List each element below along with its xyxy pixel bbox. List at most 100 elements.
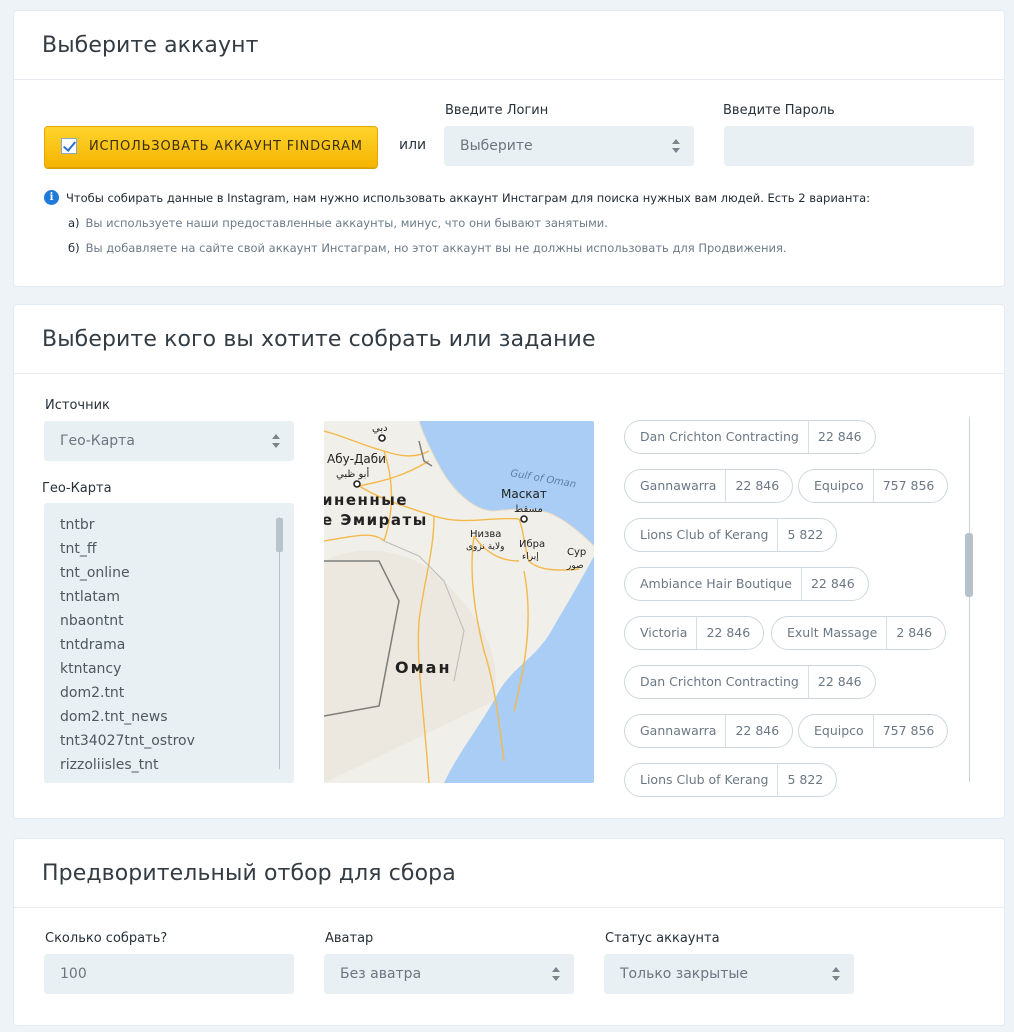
- map-label-nizwa: Низва: [470, 529, 501, 540]
- map-label-abu-dhabi-ar: أبو ظبي: [336, 467, 369, 480]
- count-label: Сколько собрать?: [45, 931, 168, 946]
- location-tag-count: 22 846: [817, 674, 862, 689]
- source-label: Источник: [45, 398, 110, 413]
- option-a-text: Вы используете наши предоставленные акка…: [85, 216, 608, 230]
- location-tag[interactable]: Dan Crichton Contracting 22 846: [624, 420, 876, 454]
- tags-scroll-thumb[interactable]: [965, 533, 973, 597]
- location-tag-count: 5 822: [787, 772, 824, 787]
- tags-scroll-track[interactable]: [969, 417, 970, 782]
- location-tag-name: Equipco: [799, 715, 874, 747]
- geo-list-item[interactable]: dom2.tnt_news: [60, 705, 294, 729]
- map-label-sur: Сур: [567, 547, 586, 558]
- geo-list-item[interactable]: tnt_ff: [60, 537, 294, 561]
- prefilter-panel-title: Предворительный отбор для сбора: [42, 861, 456, 886]
- source-panel-title: Выберите кого вы хотите собрать или зада…: [42, 327, 596, 352]
- map-label-nizwa-ar: ولاية نزوى: [466, 542, 505, 552]
- geo-list-item[interactable]: tntlatam: [60, 585, 294, 609]
- geo-list-item[interactable]: tntbr: [60, 513, 294, 537]
- select-arrows-icon: [832, 967, 840, 981]
- location-tag-count: 757 856: [882, 723, 935, 738]
- location-tag[interactable]: Exult Massage 2 846: [771, 616, 947, 650]
- map-label-ibra: Ибра: [519, 539, 545, 550]
- option-b-text: Вы добавляете на сайте свой аккаунт Инст…: [85, 241, 787, 255]
- info-text: Чтобы собирать данные в Instagram, нам н…: [66, 191, 870, 205]
- source-select-value: Гео-Карта: [60, 433, 135, 449]
- option-a-marker: а): [68, 216, 80, 230]
- or-label: или: [399, 137, 427, 153]
- location-tag[interactable]: Equipco 757 856: [798, 469, 949, 503]
- location-tag-count: 22 846: [706, 625, 751, 640]
- location-tag-name: Exult Massage: [772, 617, 888, 649]
- avatar-select[interactable]: Без аватра: [324, 954, 574, 994]
- source-select[interactable]: Гео-Карта: [44, 421, 294, 461]
- location-tag[interactable]: Ambiance Hair Boutique 22 846: [624, 567, 869, 601]
- status-label: Статус аккаунта: [605, 931, 720, 946]
- geo-list-item[interactable]: dom2.tnt: [60, 681, 294, 705]
- location-tag-count: 22 846: [735, 723, 780, 738]
- geo-list-item[interactable]: tnt_online: [60, 561, 294, 585]
- account-panel: Выберите аккаунт ИСПОЛЬЗОВАТЬ АККАУНТ FI…: [14, 11, 1004, 286]
- geo-list[interactable]: tntbr tnt_ff tnt_online tntlatam nbaontnt tnt…: [44, 503, 294, 783]
- avatar-label: Аватар: [325, 931, 374, 946]
- use-findgram-account-label: ИСПОЛЬЗОВАТЬ АККАУНТ FINDGRAM: [89, 139, 363, 154]
- geo-list-item[interactable]: tnt34027tnt_ostrov: [60, 729, 294, 753]
- select-arrows-icon: [672, 139, 680, 153]
- account-panel-header: Выберите аккаунт: [14, 11, 1004, 80]
- avatar-select-value: Без аватра: [340, 966, 422, 982]
- location-tag-name: Victoria: [625, 617, 698, 649]
- map-label-muscat-ar: مسقط: [514, 504, 543, 515]
- location-tag[interactable]: Equipco 757 856: [798, 714, 949, 748]
- checkbox-checked-icon: [61, 138, 77, 154]
- status-select[interactable]: Только закрытые: [604, 954, 854, 994]
- geo-map-label: Гео-Карта: [42, 481, 112, 496]
- use-findgram-account-button[interactable]: ИСПОЛЬЗОВАТЬ АККАУНТ FINDGRAM: [44, 126, 378, 168]
- geo-list-item[interactable]: tntdrama: [60, 633, 294, 657]
- location-tag-name: Lions Club of Kerang: [625, 764, 779, 796]
- map-label-dubai: دبي: [372, 423, 388, 434]
- map-label-uae-1: иненные: [324, 491, 408, 509]
- map-label-abu-dhabi: Абу-Даби: [327, 452, 386, 466]
- location-tag[interactable]: Lions Club of Kerang 5 822: [624, 763, 838, 797]
- account-panel-title: Выберите аккаунт: [42, 33, 259, 58]
- location-tag-count: 757 856: [882, 478, 935, 493]
- location-tag[interactable]: Gannawarra 22 846: [624, 469, 794, 503]
- geo-list-scroll-thumb[interactable]: [276, 518, 283, 552]
- map-label-sur-ar: صور: [566, 561, 584, 571]
- location-tag-count: 22 846: [810, 576, 855, 591]
- info-icon: i: [44, 190, 59, 205]
- source-panel-header: Выберите кого вы хотите собрать или зада…: [14, 305, 1004, 374]
- select-arrows-icon: [552, 967, 560, 981]
- location-tag-name: Equipco: [799, 470, 874, 502]
- count-input[interactable]: 100: [44, 954, 294, 994]
- location-tag[interactable]: Dan Crichton Contracting 22 846: [624, 665, 876, 699]
- location-tag[interactable]: Victoria 22 846: [624, 616, 765, 650]
- count-value: 100: [60, 966, 87, 982]
- prefilter-panel-header: Предворительный отбор для сбора: [14, 839, 1004, 908]
- login-select[interactable]: Выберите: [444, 126, 694, 166]
- geo-list-item[interactable]: rizzoliisles_tnt: [60, 753, 294, 777]
- prefilter-panel: Предворительный отбор для сбора Сколько …: [14, 839, 1004, 1025]
- location-tag-name: Ambiance Hair Boutique: [625, 568, 802, 600]
- location-tag-count: 22 846: [817, 429, 862, 444]
- geo-list-item[interactable]: ktntancy: [60, 657, 294, 681]
- option-b: б) Вы добавляете на сайте свой аккаунт Ин…: [68, 241, 787, 255]
- map-label-muscat: Маскат: [501, 487, 547, 501]
- location-tag-name: Lions Club of Kerang: [625, 519, 779, 551]
- geo-map[interactable]: دبي Абу-Даби أبو ظبي иненные е Эмираты G…: [324, 421, 594, 783]
- geo-list-items: tntbr tnt_ff tnt_online tntlatam nbaontnt tnt…: [44, 503, 294, 777]
- location-tag[interactable]: Lions Club of Kerang 5 822: [624, 518, 838, 552]
- map-canvas: دبي Абу-Даби أبو ظبي иненные е Эмираты G…: [324, 421, 594, 783]
- location-tag-name: Dan Crichton Contracting: [625, 421, 809, 453]
- status-select-value: Только закрытые: [620, 966, 749, 982]
- location-tag-name: Gannawarra: [625, 715, 727, 747]
- location-tag[interactable]: Gannawarra 22 846: [624, 714, 794, 748]
- option-b-marker: б): [68, 241, 80, 255]
- location-tag-name: Gannawarra: [625, 470, 727, 502]
- login-label: Введите Логин: [445, 103, 549, 118]
- password-field[interactable]: [724, 126, 974, 166]
- login-select-value: Выберите: [460, 138, 533, 154]
- location-tag-count: 5 822: [787, 527, 824, 542]
- map-label-uae-2: е Эмираты: [324, 511, 428, 529]
- geo-list-scroll-track[interactable]: [279, 517, 280, 769]
- geo-list-item[interactable]: nbaontnt: [60, 609, 294, 633]
